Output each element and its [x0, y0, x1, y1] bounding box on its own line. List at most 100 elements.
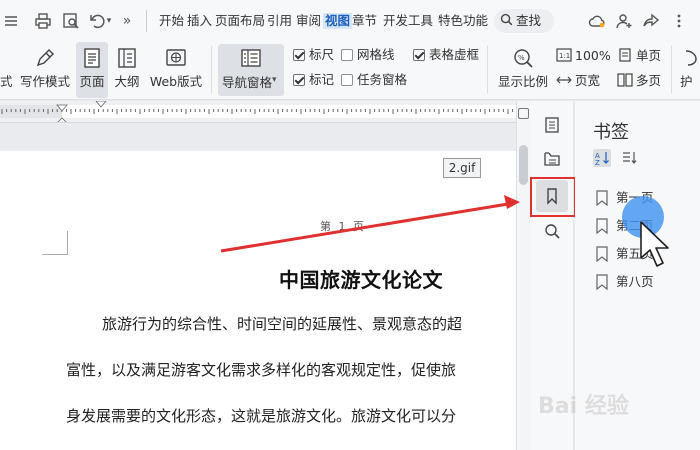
- divider: [146, 10, 147, 32]
- bookmark-item[interactable]: 第八页: [593, 272, 693, 292]
- eye-protection-button[interactable]: 护: [678, 42, 700, 98]
- web-layout-button[interactable]: Web版式: [148, 42, 204, 98]
- undo-dropdown-icon[interactable]: ▾: [104, 12, 114, 30]
- cloud-sync-icon[interactable]: [588, 12, 606, 30]
- page-view-button[interactable]: 页面: [76, 42, 108, 98]
- divider: [211, 46, 212, 94]
- image-filename-tag: 2.gif: [443, 158, 481, 178]
- paragraph-line[interactable]: 身发展需要的文化形态，这就是旅游文化。旅游文化可以分: [66, 405, 456, 426]
- paragraph-line[interactable]: 旅游行为的综合性、时间空间的延展性、景观意态的超: [102, 313, 462, 334]
- write-mode-button[interactable]: 写作模式: [18, 42, 72, 98]
- ruler-ticks: [0, 101, 516, 122]
- svg-text:1:1: 1:1: [559, 52, 570, 60]
- web-layout-label: Web版式: [149, 74, 203, 89]
- svg-text:Z: Z: [595, 159, 600, 167]
- tab-chapter[interactable]: 章节: [352, 13, 377, 29]
- gridlines-checkbox[interactable]: 网格线: [341, 47, 397, 63]
- tab-page-layout[interactable]: 页面布局: [215, 13, 265, 29]
- bookmark-icon: [596, 274, 608, 290]
- single-page-label: 单页: [636, 48, 662, 63]
- chapter-icon: [544, 152, 560, 166]
- user-add-icon[interactable]: [615, 12, 633, 30]
- zoom-button[interactable]: % 显示比例: [496, 42, 550, 98]
- marks-checkbox-label: 标记: [309, 72, 335, 87]
- page-width-icon: [556, 76, 572, 84]
- eye-protection-icon: [685, 50, 697, 66]
- search-nav-button[interactable]: [536, 215, 568, 247]
- nav-pane-label: 导航窗格: [222, 75, 273, 90]
- tab-references[interactable]: 引用: [267, 13, 292, 29]
- page-view-label: 页面: [79, 74, 105, 89]
- search-icon: [545, 224, 560, 239]
- svg-text:%: %: [518, 54, 525, 62]
- baidu-paw-icon: Bai 经验: [538, 393, 629, 419]
- scrollbar-thumb[interactable]: [519, 145, 528, 185]
- highlight-box: [530, 177, 576, 217]
- divider: [487, 46, 488, 94]
- bookmark-item[interactable]: 第五页: [593, 244, 693, 264]
- actual-size-icon: 1:1: [556, 48, 572, 62]
- eye-protection-label: 护: [680, 74, 693, 89]
- multi-page-button[interactable]: 多页: [617, 72, 661, 90]
- bookmark-icon: [596, 190, 608, 206]
- paragraph-line[interactable]: 富性，以及满足游客文化需求多样化的客观规定性，促使旅: [66, 359, 456, 380]
- checkbox-unchecked: [341, 74, 353, 86]
- write-mode-label: 写作模式: [19, 74, 70, 89]
- checkbox-unchecked: [341, 49, 353, 61]
- table-borders-checkbox-label: 表格虚框: [429, 47, 480, 62]
- bookmark-panel-title: 书签: [593, 122, 629, 143]
- outline-icon: [118, 48, 136, 68]
- multi-page-label: 多页: [636, 73, 662, 88]
- page-icon: [84, 48, 100, 68]
- share-icon[interactable]: [642, 12, 660, 30]
- divider: [671, 46, 672, 94]
- reading-mode-label: 式: [0, 74, 13, 89]
- tab-review[interactable]: 审阅: [296, 13, 321, 29]
- print-preview-icon[interactable]: [62, 12, 80, 30]
- chapter-nav-button[interactable]: [536, 143, 568, 175]
- document-area[interactable]: 2.gif 第 1 页 中国旅游文化论文 旅游行为的综合性、时间空间的延展性、景…: [0, 123, 516, 450]
- tab-insert[interactable]: 插入: [187, 13, 212, 29]
- print-icon[interactable]: [34, 12, 52, 30]
- bookmark-label: 第五页: [616, 246, 654, 261]
- sort-by-position-button[interactable]: [620, 149, 638, 167]
- task-pane-checkbox-label: 任务窗格: [357, 72, 408, 87]
- reading-mode-button[interactable]: 式: [0, 42, 13, 98]
- page-width-button[interactable]: 页宽: [556, 72, 600, 90]
- tab-developer[interactable]: 开发工具: [383, 13, 433, 29]
- task-pane-checkbox[interactable]: 任务窗格: [341, 72, 411, 88]
- horizontal-ruler[interactable]: [0, 101, 516, 123]
- multi-page-icon: [617, 73, 633, 87]
- zoom-100-button[interactable]: 1:1 100%: [556, 47, 611, 65]
- split-view-icon[interactable]: [518, 108, 529, 119]
- vertical-scrollbar[interactable]: [516, 101, 530, 450]
- single-page-button[interactable]: 单页: [617, 47, 661, 65]
- outline-button[interactable]: 大纲: [112, 42, 142, 98]
- chevron-down-icon: ▾: [272, 75, 277, 85]
- nav-pane-button[interactable]: 导航窗格 ▾: [218, 44, 284, 96]
- ribbon-view: 式 写作模式 页面 大纲 Web版式 导航窗格 ▾ 标尺 网格线 表格虚框 标记: [0, 42, 700, 100]
- page-number: 第 1 页: [320, 220, 366, 233]
- menu-icon[interactable]: [2, 12, 20, 30]
- more-icon[interactable]: »: [118, 12, 136, 30]
- more-options-icon[interactable]: [670, 12, 688, 30]
- tab-view[interactable]: 视图: [323, 13, 353, 29]
- checkbox-checked: [293, 74, 305, 86]
- margin-corner-mark: [42, 231, 68, 255]
- ruler-checkbox-label: 标尺: [309, 47, 335, 62]
- sort-az-icon: AZ: [595, 152, 609, 167]
- marks-checkbox[interactable]: 标记: [293, 72, 337, 88]
- page-width-label: 页宽: [575, 73, 601, 88]
- sort-by-name-button[interactable]: AZ: [593, 149, 611, 167]
- document-title[interactable]: 中国旅游文化论文: [279, 264, 443, 293]
- search-label: 查找: [516, 13, 542, 28]
- ruler-checkbox[interactable]: 标尺: [293, 47, 337, 63]
- checkbox-checked: [413, 49, 425, 61]
- single-page-icon: [619, 48, 631, 62]
- toc-button[interactable]: [536, 109, 568, 141]
- table-borders-checkbox[interactable]: 表格虚框: [413, 47, 483, 63]
- search-button[interactable]: 查找: [494, 9, 554, 33]
- bookmark-label: 第八页: [616, 274, 654, 289]
- tab-start[interactable]: 开始: [159, 13, 184, 29]
- tab-special-features[interactable]: 特色功能: [438, 13, 488, 29]
